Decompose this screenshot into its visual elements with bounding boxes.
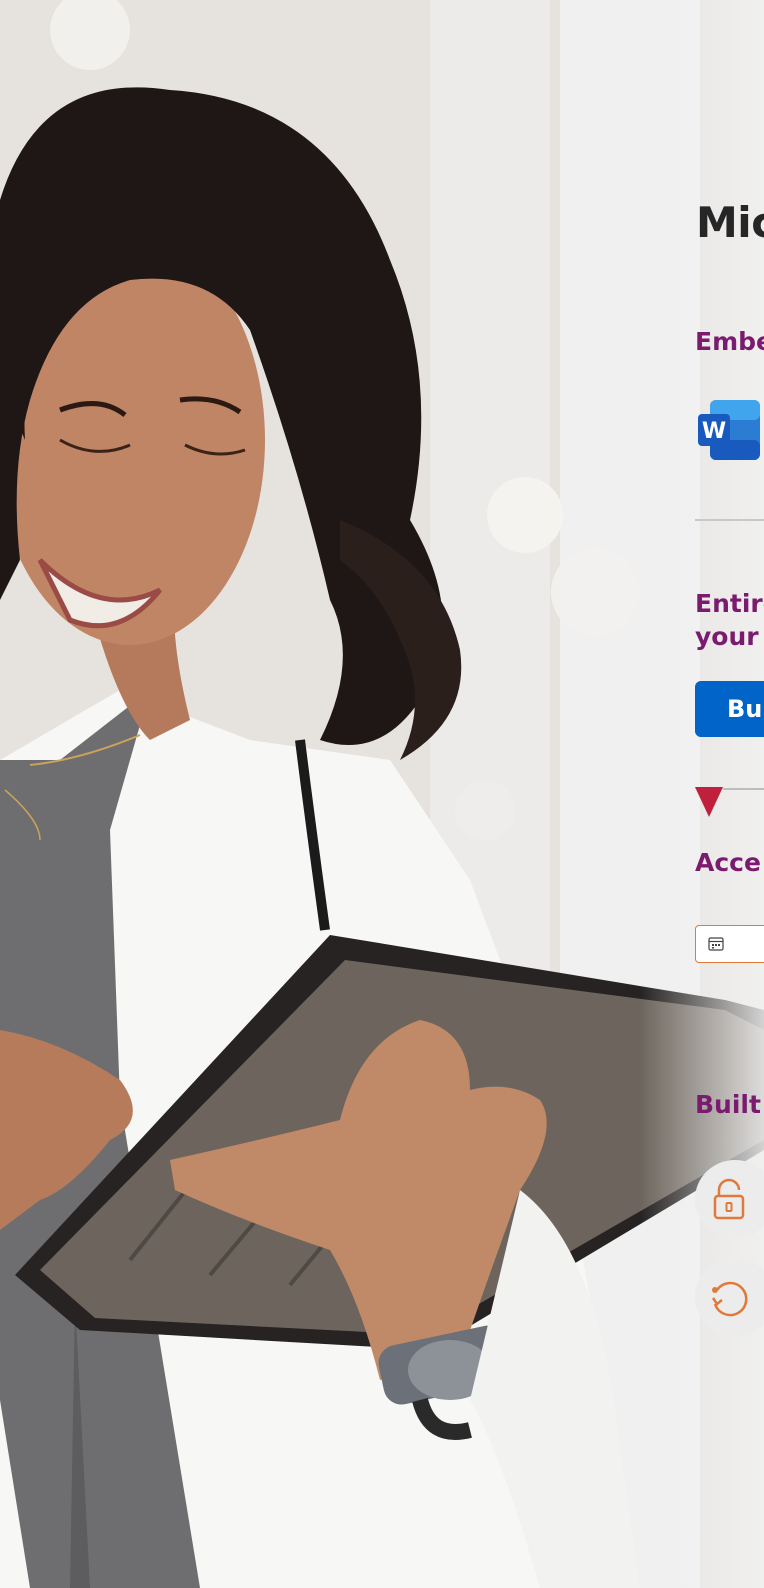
cta-button[interactable]: Bu: [695, 681, 764, 737]
section-built-label: Built: [695, 1090, 761, 1119]
refresh-icon: [711, 1281, 748, 1317]
section-embed-label: Embe: [695, 327, 764, 356]
triangle-marker-icon: [695, 787, 723, 817]
section-entire-line2: your: [695, 622, 759, 651]
word-app-icon[interactable]: W: [696, 398, 760, 462]
section-divider: [695, 519, 764, 521]
section-entire-line1: Entire: [695, 589, 764, 618]
svg-text:W: W: [702, 419, 726, 444]
section-entire-label: Entire your: [695, 587, 764, 653]
marker-line: [723, 788, 764, 790]
content-panel: Mic Embe W Entire your Bu Acce: [695, 0, 764, 1588]
page-title: Mic: [696, 198, 764, 247]
page: Mic Embe W Entire your Bu Acce: [0, 0, 764, 1588]
feature-security: [695, 1160, 764, 1238]
doctor-with-tablet-image: [0, 0, 764, 1588]
calendar-icon: [708, 937, 724, 951]
access-date-field[interactable]: [695, 925, 764, 963]
unlock-icon: [713, 1178, 745, 1220]
section-access-label: Acce: [695, 848, 761, 877]
feature-sync: [695, 1258, 764, 1336]
hero-photo: [0, 0, 764, 1588]
